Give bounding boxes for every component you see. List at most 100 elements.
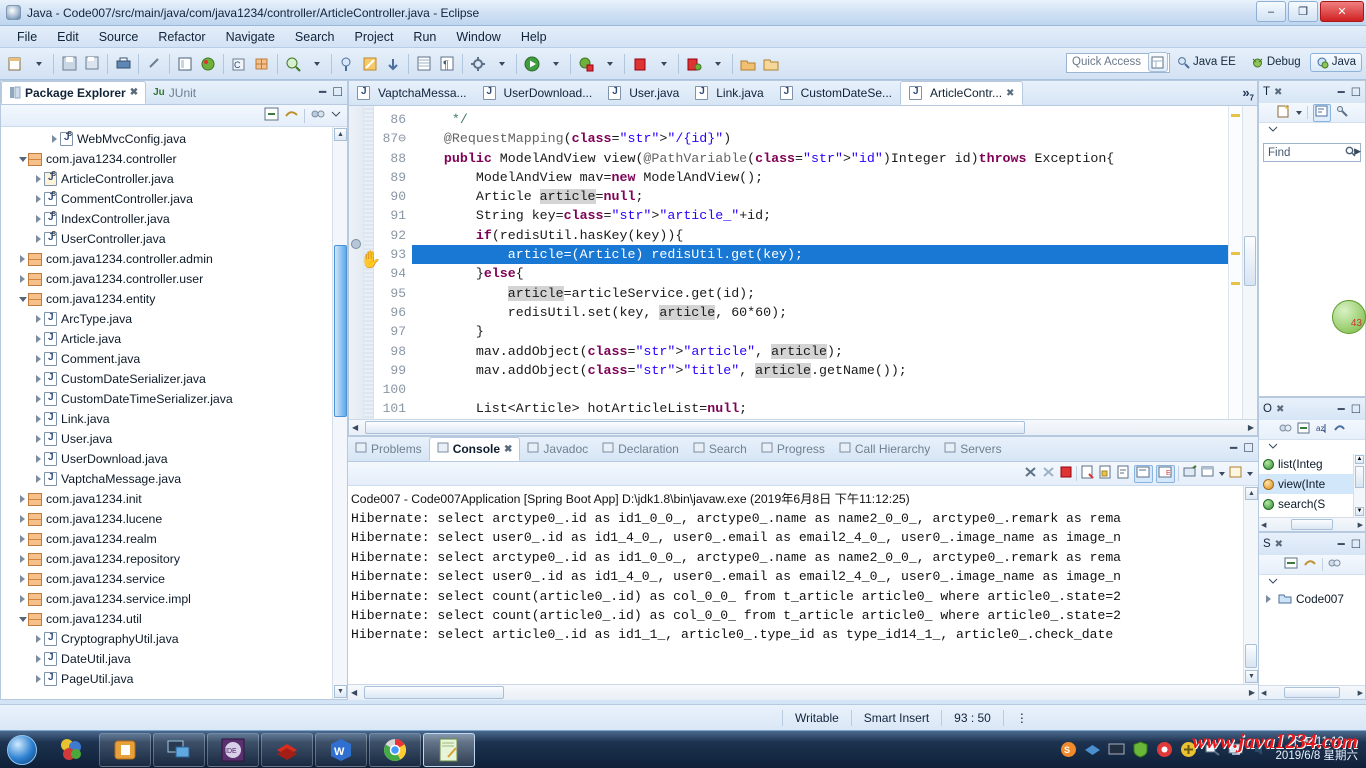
updates-icon[interactable]	[1180, 741, 1197, 758]
editor-tab[interactable]: VaptchaMessa...	[349, 81, 475, 105]
terminate-all-icon[interactable]	[1023, 465, 1038, 482]
taskbar-item-eclipse-ide[interactable]: IDE	[207, 732, 259, 767]
maximize-view-icon[interactable]: ☐	[1351, 402, 1361, 416]
tree-item[interactable]: DateUtil.java	[1, 649, 347, 669]
scroll-right-arrow-icon[interactable]: ▶	[1358, 689, 1363, 697]
terminate-icon[interactable]	[1059, 465, 1073, 482]
console-scrollbar-thumb[interactable]	[1245, 644, 1257, 668]
code-line[interactable]: */	[412, 110, 1228, 129]
taskbar-item-wps[interactable]: W	[315, 732, 367, 767]
code-line[interactable]: public ModelAndView view(@PathVariable(c…	[412, 149, 1228, 168]
collapse-all-icon[interactable]	[1297, 422, 1310, 437]
code-line[interactable]: mav.addObject(class="str">"article", art…	[412, 342, 1228, 361]
expander-icon[interactable]	[33, 415, 44, 423]
search-dropdown-icon[interactable]	[305, 53, 327, 75]
servers-tab-letter[interactable]: S	[1263, 538, 1271, 550]
expander-icon[interactable]	[33, 355, 44, 363]
taskbar-item-redis[interactable]	[261, 732, 313, 767]
servers-hscrollbar[interactable]: ◀ ▶	[1259, 685, 1365, 699]
menu-run[interactable]: Run	[404, 28, 445, 46]
link-icon[interactable]	[143, 53, 165, 75]
expander-icon[interactable]	[33, 375, 44, 383]
console-tab[interactable]: Progress	[754, 437, 832, 461]
profile-dropdown-icon[interactable]	[706, 53, 728, 75]
open-console-dropdown-icon[interactable]	[1246, 471, 1253, 476]
find-input[interactable]: Find	[1263, 143, 1361, 162]
package-explorer-tree[interactable]: ▲ ▼ WebMvcConfig.java com.java1234.contro…	[1, 127, 347, 699]
servers-view-menu-icon[interactable]	[1267, 575, 1279, 589]
tree-item[interactable]: com.java1234.service.impl	[1, 589, 347, 609]
stop-icon[interactable]	[629, 53, 651, 75]
outline-view-menu-icon[interactable]	[1267, 123, 1279, 137]
scrollbar-thumb[interactable]	[334, 245, 347, 417]
tree-item[interactable]: com.java1234.controller	[1, 149, 347, 169]
word-wrap-icon[interactable]	[1116, 465, 1131, 482]
outline-members-view-menu-icon[interactable]	[1267, 440, 1279, 454]
outline-item[interactable]: list(Integ	[1259, 454, 1365, 474]
sogou-input-icon[interactable]: S	[1060, 741, 1077, 758]
link-with-editor-icon[interactable]	[1303, 557, 1317, 572]
toggle-breadcrumb-icon[interactable]	[174, 53, 196, 75]
link-outline-icon[interactable]	[1336, 105, 1349, 121]
expander-icon[interactable]	[33, 655, 44, 663]
hide-fields-icon[interactable]	[1279, 422, 1292, 438]
open-folder-icon[interactable]	[760, 53, 782, 75]
minimize-view-icon[interactable]: ━	[1338, 402, 1345, 416]
more-tabs-icon[interactable]: »7	[1242, 85, 1254, 103]
view-menu-icon[interactable]	[310, 107, 325, 124]
tree-item[interactable]: IndexController.java	[1, 209, 347, 229]
code-line[interactable]: mav.addObject(class="str">"title", artic…	[412, 361, 1228, 380]
expander-icon[interactable]	[33, 435, 44, 443]
expander-icon[interactable]	[33, 315, 44, 323]
editor-tab[interactable]: Link.java	[687, 81, 771, 105]
expander-icon[interactable]	[17, 156, 28, 162]
console-tab[interactable]: Servers	[937, 437, 1008, 461]
tree-item[interactable]: com.java1234.entity	[1, 289, 347, 309]
outline-dropdown-icon[interactable]	[1295, 110, 1302, 115]
outline-scrollbar-thumb[interactable]	[1355, 466, 1364, 488]
expander-icon[interactable]	[17, 515, 28, 523]
outline-item[interactable]: search(S	[1259, 494, 1365, 514]
tree-item[interactable]: UserDownload.java	[1, 449, 347, 469]
tree-item[interactable]: com.java1234.init	[1, 489, 347, 509]
menu-project[interactable]: Project	[346, 28, 403, 46]
expander-icon[interactable]	[33, 235, 44, 243]
close-icon[interactable]: ✖	[1006, 88, 1014, 99]
console-scroll-left-icon[interactable]: ◀	[351, 688, 357, 697]
tree-item[interactable]: com.java1234.repository	[1, 549, 347, 569]
pin-console-icon[interactable]	[1182, 465, 1197, 482]
close-button[interactable]: ✕	[1320, 1, 1364, 22]
code-line[interactable]: String key=class="str">"article_"+id;	[412, 206, 1228, 225]
tree-item[interactable]: com.java1234.lucene	[1, 509, 347, 529]
console-hscrollbar-thumb[interactable]	[364, 686, 504, 699]
close-icon[interactable]: ✖	[130, 87, 138, 98]
outline-members-hscrollbar-thumb[interactable]	[1291, 519, 1333, 530]
maximize-view-icon[interactable]: ☐	[1351, 85, 1361, 99]
tree-item[interactable]: PageUtil.java	[1, 669, 347, 689]
print-icon[interactable]	[112, 53, 134, 75]
minimize-view-icon[interactable]: ━	[319, 85, 326, 99]
display-icon[interactable]	[1108, 741, 1125, 758]
expander-icon[interactable]	[1263, 595, 1274, 603]
expander-icon[interactable]	[33, 455, 44, 463]
expander-icon[interactable]	[17, 275, 28, 283]
tree-item[interactable]: com.java1234.controller.admin	[1, 249, 347, 269]
tree-item[interactable]: Link.java	[1, 409, 347, 429]
profile-icon[interactable]	[683, 53, 705, 75]
scroll-down-arrow-icon[interactable]: ▼	[1355, 507, 1364, 516]
tab-package-explorer[interactable]: Package Explorer ✖	[1, 81, 147, 104]
menu-navigate[interactable]: Navigate	[217, 28, 284, 46]
maximize-view-icon[interactable]: ☐	[332, 85, 343, 99]
scroll-up-arrow-icon[interactable]: ▲	[1355, 455, 1364, 464]
scroll-left-arrow-icon[interactable]: ◀	[1261, 521, 1266, 529]
new-dropdown-icon[interactable]	[27, 53, 49, 75]
expander-icon[interactable]	[17, 255, 28, 263]
edit-marker-icon[interactable]	[359, 53, 381, 75]
expander-icon[interactable]	[33, 675, 44, 683]
outline-members-tab-letter[interactable]: O	[1263, 403, 1272, 415]
taskbar-item-chrome[interactable]	[369, 732, 421, 767]
outline-members-body[interactable]: list(Integ view(Inte search(S ▲ ▼	[1259, 454, 1365, 517]
expander-icon[interactable]	[17, 555, 28, 563]
menu-refactor[interactable]: Refactor	[149, 28, 214, 46]
volume-icon[interactable]	[1252, 741, 1269, 758]
